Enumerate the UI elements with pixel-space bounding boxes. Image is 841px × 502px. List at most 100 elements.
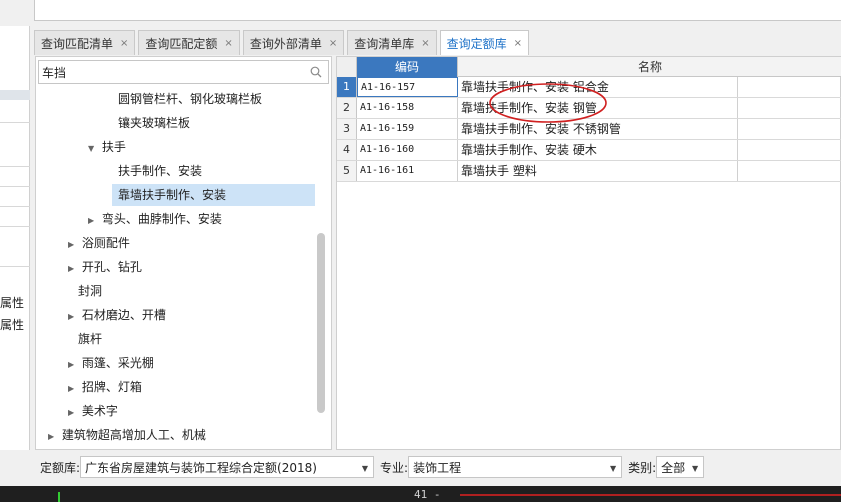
tree-item[interactable]: ▶ 建筑物超高增加人工、机械 <box>48 424 206 446</box>
divider <box>0 226 30 227</box>
name-cell[interactable]: 靠墙扶手制作、安装 硬木 <box>458 140 738 160</box>
red-circle-annotation <box>489 83 607 123</box>
tree-item[interactable]: 镶夹玻璃栏板 <box>118 112 190 134</box>
table-row[interactable]: 4 A1-16-160 靠墙扶手制作、安装 硬木 <box>337 140 841 161</box>
close-icon[interactable]: × <box>329 38 337 49</box>
tree-item-label: 封洞 <box>78 284 103 298</box>
code-cell[interactable]: A1-16-159 <box>357 119 458 139</box>
select-value: 全部 <box>661 460 686 475</box>
tab-label: 查询匹配清单 <box>41 36 114 51</box>
status-text: 41 - <box>414 488 441 501</box>
column-header-code[interactable]: 编码 <box>357 57 458 77</box>
close-icon[interactable]: × <box>514 38 522 49</box>
tree-item[interactable]: 封洞 <box>78 280 102 302</box>
tree-item[interactable]: 旗杆 <box>78 328 102 350</box>
tree-item-label: 开孔、钻孔 <box>81 260 142 274</box>
quota-tree-panel: 圆钢管栏杆、钢化玻璃栏板 镶夹玻璃栏板 ▼ 扶手 扶手制作、安装 靠墙扶手制作、… <box>35 56 332 450</box>
tree-item-label: 石材磨边、开槽 <box>81 308 166 322</box>
search-box[interactable] <box>38 60 329 84</box>
tree-item[interactable]: ▶ 石材磨边、开槽 <box>68 304 166 326</box>
tab-query-quota-library[interactable]: 查询定额库 × <box>439 30 530 55</box>
tab-bar: 查询匹配清单 × 查询匹配定额 × 查询外部清单 × 查询清单库 × 查询定额库… <box>34 30 532 55</box>
code-cell[interactable]: A1-16-158 <box>357 98 458 118</box>
tab-query-list-library[interactable]: 查询清单库 × <box>347 30 437 55</box>
row-number[interactable]: 1 <box>337 77 357 97</box>
chevron-right-icon[interactable]: ▶ <box>88 210 98 232</box>
top-area <box>0 0 841 26</box>
left-column-header <box>0 90 30 100</box>
quota-library-select[interactable]: 广东省房屋建筑与装饰工程综合定额(2018) ▼ <box>80 456 375 478</box>
table-row[interactable]: 5 A1-16-161 靠墙扶手 塑料 <box>337 161 841 182</box>
divider <box>0 166 30 167</box>
divider <box>0 266 30 267</box>
tree-item-label: 雨篷、采光棚 <box>81 356 154 370</box>
property-label: 属性 <box>0 318 25 332</box>
tree-item[interactable]: ▶ 弯头、曲脖制作、安装 <box>88 208 222 230</box>
filter-bar: 定额库: 广东省房屋建筑与装饰工程综合定额(2018) ▼ 专业: 装饰工程 ▼… <box>34 453 841 481</box>
top-input-area <box>34 0 841 21</box>
chevron-down-icon[interactable]: ▼ <box>362 464 368 473</box>
row-number[interactable]: 5 <box>337 161 357 181</box>
tab-query-matched-list[interactable]: 查询匹配清单 × <box>34 30 136 55</box>
tab-query-external-list[interactable]: 查询外部清单 × <box>242 30 345 55</box>
tree-item-label: 圆钢管栏杆、钢化玻璃栏板 <box>118 92 263 106</box>
tree-item[interactable]: 圆钢管栏杆、钢化玻璃栏板 <box>118 88 262 110</box>
chevron-right-icon[interactable]: ▶ <box>68 402 78 424</box>
tab-label: 查询定额库 <box>446 36 507 51</box>
column-header-name[interactable]: 名称 <box>458 57 841 77</box>
tree-item[interactable]: ▶ 雨篷、采光棚 <box>68 352 154 374</box>
chevron-right-icon[interactable]: ▶ <box>68 234 78 256</box>
close-icon[interactable]: × <box>421 38 429 49</box>
tree-item-label: 旗杆 <box>78 332 103 346</box>
chevron-right-icon[interactable]: ▶ <box>68 258 78 280</box>
select-value: 广东省房屋建筑与装饰工程综合定额(2018) <box>85 460 317 475</box>
tree-item[interactable]: 扶手制作、安装 <box>118 160 202 182</box>
status-strip: 41 - <box>0 486 841 502</box>
tree-item-selected[interactable]: 靠墙扶手制作、安装 <box>112 184 315 206</box>
code-cell[interactable]: A1-16-160 <box>357 140 458 160</box>
tree-item[interactable]: ▶ 开孔、钻孔 <box>68 256 142 278</box>
chevron-right-icon[interactable]: ▶ <box>68 306 78 328</box>
grid-header: 编码 名称 <box>337 57 841 77</box>
row-number[interactable]: 3 <box>337 119 357 139</box>
category-select[interactable]: 全部 ▼ <box>656 456 705 478</box>
search-icon[interactable] <box>310 66 322 78</box>
tab-query-matched-quota[interactable]: 查询匹配定额 × <box>138 30 240 55</box>
quota-grid-panel: 编码 名称 1 A1-16-157 靠墙扶手制作、安装 铝合金 2 A1-16-… <box>336 56 841 450</box>
tab-label: 查询匹配定额 <box>145 36 218 51</box>
chevron-right-icon[interactable]: ▶ <box>68 354 78 376</box>
row-number[interactable]: 2 <box>337 98 357 118</box>
chevron-right-icon[interactable]: ▶ <box>48 426 58 448</box>
close-icon[interactable]: × <box>120 38 128 49</box>
grid-corner <box>337 57 357 77</box>
status-indicator <box>58 492 60 502</box>
category-label: 类别: <box>628 460 657 475</box>
tree-item-label: 招牌、灯箱 <box>81 380 142 394</box>
chevron-down-icon[interactable]: ▼ <box>692 464 698 473</box>
row-number[interactable]: 4 <box>337 140 357 160</box>
search-input[interactable] <box>39 61 299 83</box>
code-cell[interactable]: A1-16-161 <box>357 161 458 181</box>
major-select[interactable]: 装饰工程 ▼ <box>408 456 623 478</box>
tab-label: 查询外部清单 <box>249 36 322 51</box>
major-label: 专业: <box>380 460 409 475</box>
select-value: 装饰工程 <box>413 460 462 475</box>
chevron-down-icon[interactable]: ▼ <box>610 464 616 473</box>
name-cell[interactable]: 靠墙扶手 塑料 <box>458 161 738 181</box>
chevron-down-icon[interactable]: ▼ <box>88 138 98 160</box>
tab-label: 查询清单库 <box>354 36 415 51</box>
close-icon[interactable]: × <box>224 38 232 49</box>
quota-library-label: 定额库: <box>40 460 81 475</box>
tree-item[interactable]: ▶ 浴厕配件 <box>68 232 130 254</box>
tree-item[interactable]: ▶ 招牌、灯箱 <box>68 376 142 398</box>
vertical-scrollbar[interactable] <box>317 233 325 413</box>
tree-item-label: 扶手 <box>101 140 126 154</box>
tree-item-expanded[interactable]: ▼ 扶手 <box>88 136 126 158</box>
code-cell[interactable]: A1-16-157 <box>357 77 458 97</box>
tree-item[interactable]: ▶ 美术字 <box>68 400 118 422</box>
tree-item-label: 浴厕配件 <box>81 236 130 250</box>
tree-item-label: 建筑物超高增加人工、机械 <box>61 428 206 442</box>
chevron-right-icon[interactable]: ▶ <box>68 378 78 400</box>
status-line <box>460 494 841 496</box>
divider <box>0 186 30 187</box>
